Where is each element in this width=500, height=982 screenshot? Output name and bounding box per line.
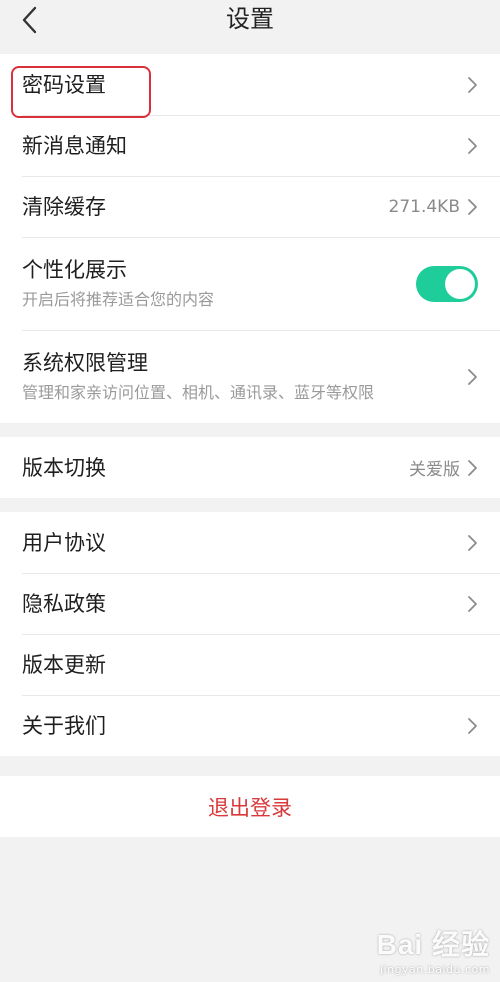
header-bar: 设置 xyxy=(0,0,500,54)
privacy-policy-label: 隐私政策 xyxy=(22,591,106,616)
logout-button[interactable]: 退出登录 xyxy=(208,792,292,822)
version-switch-value: 关爱版 xyxy=(409,460,460,480)
cache-size-value: 271.4KB xyxy=(388,196,460,217)
watermark-logo-text: Bai 经验 xyxy=(376,929,490,960)
page-title: 设置 xyxy=(226,5,274,33)
chevron-right-icon xyxy=(466,458,478,478)
version-switch-row[interactable]: 版本切换 关爱版 xyxy=(0,437,500,498)
settings-group-about: 用户协议 隐私政策 版本更新 关于我们 xyxy=(0,512,500,756)
password-settings-label: 密码设置 xyxy=(22,72,106,97)
clear-cache-label: 清除缓存 xyxy=(22,194,106,219)
logout-section: 退出登录 xyxy=(0,776,500,837)
user-agreement-label: 用户协议 xyxy=(22,530,106,555)
watermark-url: jingyan.baidu.com xyxy=(379,963,490,976)
system-permissions-label: 系统权限管理 xyxy=(22,351,148,375)
settings-group-account: 密码设置 新消息通知 清除缓存 271.4KB 个性化展示 开启后将推荐适合您的… xyxy=(0,54,500,423)
notification-settings-row[interactable]: 新消息通知 xyxy=(0,115,500,176)
chevron-right-icon xyxy=(466,594,478,614)
privacy-policy-row[interactable]: 隐私政策 xyxy=(0,573,500,634)
toggle-knob xyxy=(445,268,475,299)
user-agreement-row[interactable]: 用户协议 xyxy=(0,512,500,573)
notification-settings-label: 新消息通知 xyxy=(22,133,127,158)
baidu-jingyan-watermark: Bai 经验 jingyan.baidu.com xyxy=(377,923,490,976)
settings-group-version: 版本切换 关爱版 xyxy=(0,437,500,498)
personalized-display-row: 个性化展示 开启后将推荐适合您的内容 xyxy=(0,237,500,330)
version-update-row[interactable]: 版本更新 xyxy=(0,634,500,695)
personalized-display-description: 开启后将推荐适合您的内容 xyxy=(22,290,215,309)
chevron-right-icon xyxy=(466,367,478,387)
personalized-display-label: 个性化展示 xyxy=(22,258,127,282)
about-us-label: 关于我们 xyxy=(22,713,106,738)
chevron-right-icon xyxy=(466,136,478,156)
version-switch-label: 版本切换 xyxy=(22,455,106,480)
clear-cache-row[interactable]: 清除缓存 271.4KB xyxy=(0,176,500,237)
chevron-right-icon xyxy=(466,533,478,553)
personalized-display-toggle[interactable] xyxy=(416,265,478,302)
system-permissions-description: 管理和家亲访问位置、相机、通讯录、蓝牙等权限 xyxy=(22,383,375,402)
system-permissions-row[interactable]: 系统权限管理 管理和家亲访问位置、相机、通讯录、蓝牙等权限 xyxy=(0,330,500,423)
about-us-row[interactable]: 关于我们 xyxy=(0,695,500,756)
chevron-right-icon xyxy=(466,75,478,95)
password-settings-row[interactable]: 密码设置 xyxy=(0,54,500,115)
chevron-right-icon xyxy=(466,716,478,736)
version-update-label: 版本更新 xyxy=(22,652,106,677)
chevron-right-icon xyxy=(466,197,478,217)
